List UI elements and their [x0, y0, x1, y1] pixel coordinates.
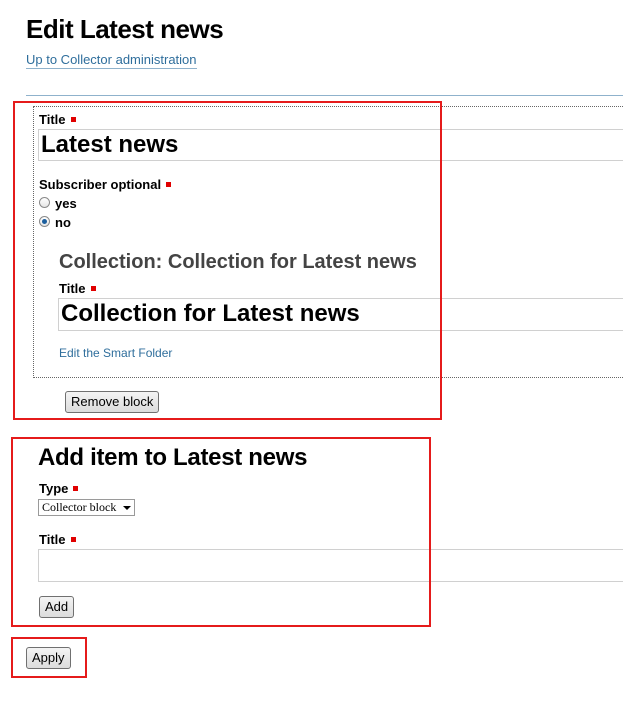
up-to-collector-admin-link[interactable]: Up to Collector administration	[26, 52, 197, 69]
header-divider	[26, 95, 623, 96]
annotation-box-block	[13, 101, 442, 420]
annotation-box-add-item	[11, 437, 431, 627]
annotation-box-apply	[11, 637, 87, 678]
page-title: Edit Latest news	[26, 14, 224, 44]
